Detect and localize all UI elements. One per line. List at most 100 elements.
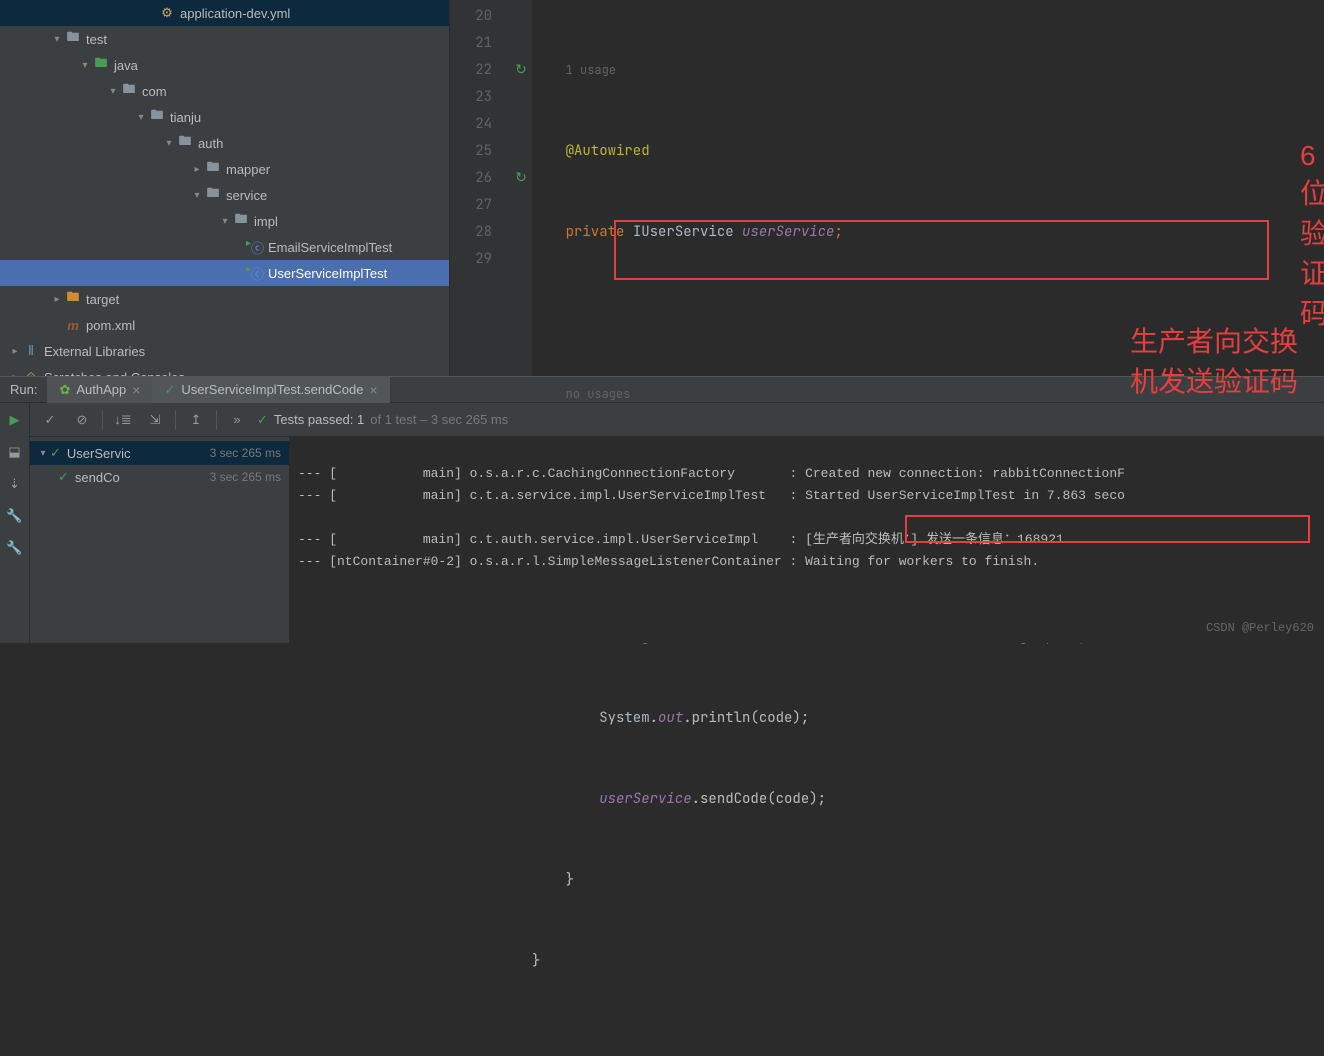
tree-label: UserServiceImplTest bbox=[268, 266, 387, 281]
tree-label: auth bbox=[198, 136, 223, 151]
tree-label: impl bbox=[254, 214, 278, 229]
chevron-down-icon: ▾ bbox=[78, 60, 92, 71]
run-label: Run: bbox=[0, 382, 47, 397]
chevron-down-icon: ▾ bbox=[190, 190, 204, 201]
chevron-down-icon: ▾ bbox=[162, 138, 176, 149]
watermark: CSDN @Perley620 bbox=[1206, 617, 1314, 639]
test-class-icon: ▸ⓒ bbox=[246, 238, 264, 257]
tree-folder-test[interactable]: ▾🖿 test bbox=[0, 26, 449, 52]
tree-label: EmailServiceImplTest bbox=[268, 240, 392, 255]
settings-button[interactable]: 🔧 bbox=[4, 505, 26, 527]
package-icon: 🖿 bbox=[204, 158, 222, 180]
run-sidebar: ▶ ⬓ ⇣ 🔧 🔧 bbox=[0, 403, 30, 643]
test-tree-item[interactable]: ✓sendCo3 sec 265 ms bbox=[30, 465, 289, 489]
rerun-button[interactable]: ▶ bbox=[4, 409, 26, 431]
usage-hint: 1 usage bbox=[566, 62, 616, 78]
export-button[interactable]: ↥ bbox=[184, 408, 208, 432]
run-tab-authapp[interactable]: ✿AuthApp× bbox=[47, 377, 152, 403]
tree-label: External Libraries bbox=[44, 344, 145, 359]
tree-file-pom[interactable]: m pom.xml bbox=[0, 312, 449, 338]
test-tree-root[interactable]: ▾✓UserServic3 sec 265 ms bbox=[30, 441, 289, 465]
test-class-icon: ▸ⓒ bbox=[246, 264, 264, 283]
source-folder-icon: 🖿 bbox=[92, 54, 110, 76]
maven-icon: m bbox=[64, 318, 82, 333]
test-tree[interactable]: ▾✓UserServic3 sec 265 ms ✓sendCo3 sec 26… bbox=[30, 437, 290, 643]
tree-label: target bbox=[86, 292, 119, 307]
package-icon: 🖿 bbox=[176, 132, 194, 154]
package-icon: 🖿 bbox=[120, 80, 138, 102]
check-icon: ✓ bbox=[257, 412, 268, 428]
folder-icon: 🖿 bbox=[64, 28, 82, 50]
chevron-down-icon: ▾ bbox=[36, 448, 50, 459]
close-icon[interactable]: × bbox=[132, 382, 140, 398]
package-icon: 🖿 bbox=[232, 210, 250, 232]
target-folder-icon: 🖿 bbox=[64, 288, 82, 310]
tree-file-app-dev[interactable]: ⚙ application-dev.yml bbox=[0, 0, 449, 26]
tree-scratches[interactable]: ▸⟐ Scratches and Consoles bbox=[0, 364, 449, 376]
console-line: --- [ntContainer#0-2] o.s.a.r.l.SimpleMe… bbox=[298, 554, 1039, 569]
check-icon: ✓ bbox=[50, 445, 61, 461]
tree-label: com bbox=[142, 84, 167, 99]
tree-label: Scratches and Consoles bbox=[44, 370, 185, 377]
tree-class-emailtest[interactable]: ▸ⓒ EmailServiceImplTest bbox=[0, 234, 449, 260]
console-line: --- [ main] c.t.a.service.impl.UserServi… bbox=[298, 488, 1125, 503]
spring-icon: ✿ bbox=[59, 382, 70, 398]
check-button[interactable]: ✓ bbox=[38, 408, 62, 432]
chevron-down-icon: ▾ bbox=[218, 216, 232, 227]
check-icon: ✓ bbox=[58, 469, 69, 485]
package-icon: 🖿 bbox=[204, 184, 222, 206]
tree-label: application-dev.yml bbox=[180, 6, 290, 21]
chevron-right-icon: ▸ bbox=[8, 346, 22, 357]
tree-label: java bbox=[114, 58, 138, 73]
chevron-down-icon: ▾ bbox=[50, 34, 64, 45]
stop-button[interactable]: ⬓ bbox=[4, 441, 26, 463]
tree-label: test bbox=[86, 32, 107, 47]
test-status: ✓Tests passed: 1 of 1 test – 3 sec 265 m… bbox=[257, 412, 508, 428]
pin-button[interactable]: 🔧 bbox=[4, 537, 26, 559]
chevron-right-icon: ▸ bbox=[190, 164, 204, 175]
code-editor[interactable]: 20212223242526272829 ↻↻ 1 usage @Autowir… bbox=[450, 0, 1324, 376]
run-tab-usertest[interactable]: ✓UserServiceImplTest.sendCode× bbox=[152, 377, 389, 403]
tree-folder-com[interactable]: ▾🖿 com bbox=[0, 78, 449, 104]
expand-button[interactable]: ⇲ bbox=[143, 408, 167, 432]
vcs-icon[interactable]: ↻ bbox=[515, 57, 527, 84]
tree-label: tianju bbox=[170, 110, 201, 125]
project-tree[interactable]: ⚙application-dev.yml ▾🖿test ▾🖿java ▾🖿com… bbox=[0, 0, 450, 376]
annotation-text: 6位验证码 bbox=[1300, 140, 1324, 332]
tree-folder-auth[interactable]: ▾🖿 auth bbox=[0, 130, 449, 156]
tree-folder-tianju[interactable]: ▾🖿 tianju bbox=[0, 104, 449, 130]
gutter-icons: ↻↻ bbox=[510, 0, 532, 376]
console-output[interactable]: --- [ main] o.s.a.r.c.CachingConnectionF… bbox=[290, 437, 1324, 643]
close-icon[interactable]: × bbox=[369, 382, 377, 398]
skip-button[interactable]: ⊘ bbox=[70, 408, 94, 432]
annotation: @Autowired bbox=[566, 142, 650, 160]
more-button[interactable]: » bbox=[225, 408, 249, 432]
line-gutter: 20212223242526272829 bbox=[450, 0, 510, 376]
tree-class-usertest[interactable]: ▸ⓒ UserServiceImplTest bbox=[0, 260, 449, 286]
console-line: --- [ main] o.s.a.r.c.CachingConnectionF… bbox=[298, 466, 1125, 481]
tree-folder-target[interactable]: ▸🖿 target bbox=[0, 286, 449, 312]
sort-button[interactable]: ↓≣ bbox=[111, 408, 135, 432]
package-icon: 🖿 bbox=[148, 106, 166, 128]
vcs-icon[interactable]: ↻ bbox=[515, 165, 527, 192]
scratch-icon: ⟐ bbox=[22, 369, 40, 376]
tree-folder-mapper[interactable]: ▸🖿 mapper bbox=[0, 156, 449, 182]
usage-hint: no usages bbox=[566, 386, 631, 402]
tree-folder-java[interactable]: ▾🖿 java bbox=[0, 52, 449, 78]
test-icon: ✓ bbox=[164, 382, 175, 398]
annotation-text: 生产者向交换机发送验证码 bbox=[1130, 320, 1324, 400]
tree-label: service bbox=[226, 188, 267, 203]
chevron-right-icon: ▸ bbox=[50, 294, 64, 305]
yaml-icon: ⚙ bbox=[158, 5, 176, 21]
tree-folder-service[interactable]: ▾🖿 service bbox=[0, 182, 449, 208]
library-icon: ⫴ bbox=[22, 343, 40, 359]
tree-label: pom.xml bbox=[86, 318, 135, 333]
tree-folder-impl[interactable]: ▾🖿 impl bbox=[0, 208, 449, 234]
chevron-right-icon: ▸ bbox=[8, 372, 22, 377]
console-line: --- [ main] c.t.auth.service.impl.UserSe… bbox=[298, 532, 1064, 547]
down-button[interactable]: ⇣ bbox=[4, 473, 26, 495]
tree-external-libs[interactable]: ▸⫴ External Libraries bbox=[0, 338, 449, 364]
chevron-down-icon: ▾ bbox=[134, 112, 148, 123]
chevron-down-icon: ▾ bbox=[106, 86, 120, 97]
tree-label: mapper bbox=[226, 162, 270, 177]
